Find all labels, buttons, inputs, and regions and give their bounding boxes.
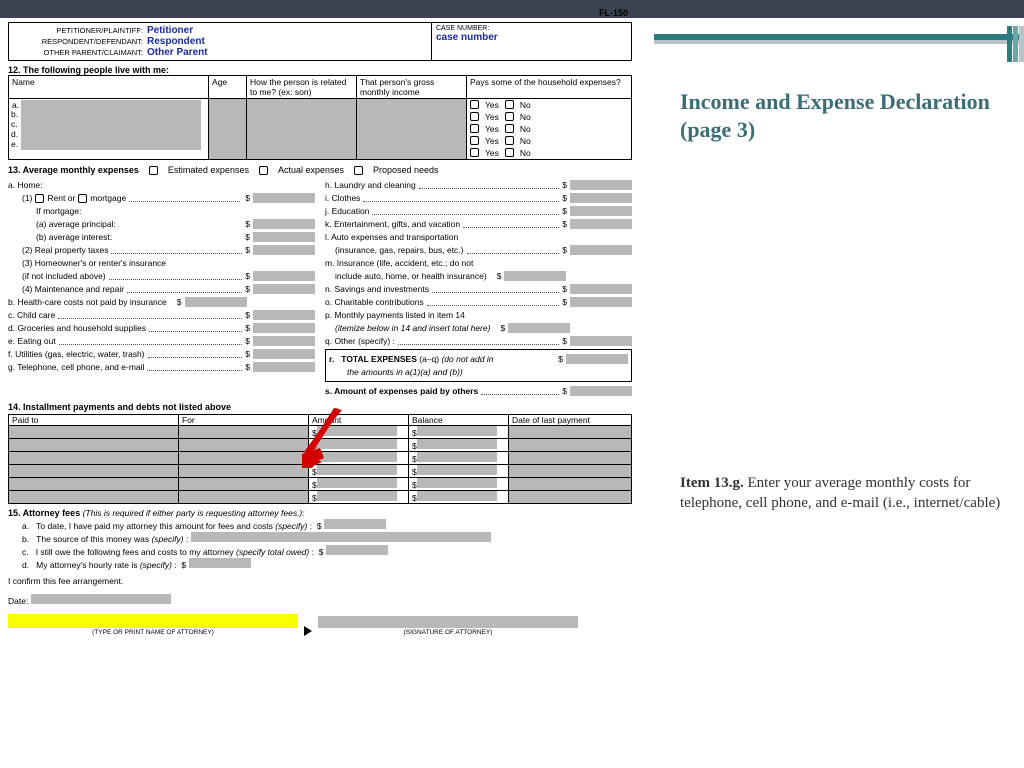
other-parent-value: Other Parent [147, 47, 208, 58]
checkbox-rent[interactable] [35, 194, 44, 203]
page-title: Income and Expense Declaration (page 3) [680, 88, 1004, 143]
window-topbar [0, 0, 1024, 18]
signature-caption: (SIGNATURE OF ATTORNEY) [318, 629, 578, 636]
checkbox-estimated[interactable] [149, 166, 158, 175]
petitioner-value: Petitioner [147, 25, 193, 36]
attorney-name-field[interactable] [8, 614, 298, 628]
amount-field[interactable] [570, 206, 632, 216]
respondent-label: RESPONDENT/DEFENDANT: [13, 37, 143, 46]
amount-field[interactable] [253, 310, 315, 320]
s12-col-rel: How the person is related to me? (ex: so… [247, 76, 357, 99]
s14-table: Paid toForAmountBalanceDate of last paym… [8, 414, 632, 504]
amount-field[interactable] [253, 349, 315, 359]
confirm-text: I confirm this fee arrangement. [8, 576, 632, 586]
amount-field[interactable] [253, 271, 315, 281]
s12-col-inc: That person's gross monthly income [357, 76, 467, 99]
instruction-panel: Income and Expense Declaration (page 3) … [640, 18, 1024, 644]
amount-field[interactable] [253, 336, 315, 346]
amount-field[interactable] [570, 180, 632, 190]
amount-field[interactable] [253, 219, 315, 229]
date-field[interactable] [31, 594, 171, 604]
amount-field[interactable] [326, 545, 388, 555]
amount-field[interactable] [504, 271, 566, 281]
amount-field[interactable] [185, 297, 247, 307]
amount-field[interactable] [570, 219, 632, 229]
amount-field[interactable] [508, 323, 570, 333]
text-field[interactable] [191, 532, 491, 542]
accent-band [654, 34, 1024, 44]
amount-field[interactable] [253, 362, 315, 372]
respondent-value: Respondent [147, 36, 205, 47]
form-panel: FL-150 PETITIONER/PLAINTIFF:Petitioner R… [0, 18, 640, 644]
amount-field[interactable] [570, 245, 632, 255]
amount-field[interactable] [253, 193, 315, 203]
instruction-text: Item 13.g. Enter your average monthly co… [680, 473, 1004, 514]
other-parent-label: OTHER PARENT/CLAIMANT: [13, 48, 143, 57]
checkbox[interactable] [505, 100, 514, 109]
accent-bars [1006, 26, 1024, 64]
amount-field[interactable] [189, 558, 251, 568]
checkbox[interactable] [470, 148, 479, 157]
s13-title: 13. Average monthly expenses [8, 165, 139, 175]
attorney-name-caption: (TYPE OR PRINT NAME OF ATTORNEY) [8, 629, 298, 636]
amount-field[interactable] [570, 297, 632, 307]
case-number-value: case number [436, 32, 627, 43]
checkbox[interactable] [470, 100, 479, 109]
amount-field[interactable] [253, 323, 315, 333]
case-number-label: CASE NUMBER: [436, 25, 627, 32]
form-number: FL-150 [599, 8, 628, 18]
triangle-icon [304, 626, 312, 636]
s12-col-age: Age [209, 76, 247, 99]
checkbox-actual[interactable] [259, 166, 268, 175]
amount-field[interactable] [253, 245, 315, 255]
s12-col-name: Name [9, 76, 209, 99]
s12-title: 12. The following people live with me: [8, 65, 632, 75]
amount-field[interactable] [570, 284, 632, 294]
amount-field[interactable] [570, 193, 632, 203]
checkbox[interactable] [505, 148, 514, 157]
s14-title: 14. Installment payments and debts not l… [8, 402, 632, 412]
amount-field[interactable] [570, 386, 632, 396]
amount-field[interactable] [253, 232, 315, 242]
checkbox-mortgage[interactable] [78, 194, 87, 203]
case-header: PETITIONER/PLAINTIFF: Petitioner RESPONDE… [8, 22, 632, 61]
amount-field[interactable] [253, 284, 315, 294]
amount-field[interactable] [324, 519, 386, 529]
signature-field[interactable] [318, 616, 578, 628]
amount-field[interactable] [566, 354, 628, 364]
s12-col-pays: Pays some of the household expenses? [467, 76, 632, 99]
checkbox-proposed[interactable] [354, 166, 363, 175]
petitioner-label: PETITIONER/PLAINTIFF: [13, 26, 143, 35]
amount-field[interactable] [570, 336, 632, 346]
